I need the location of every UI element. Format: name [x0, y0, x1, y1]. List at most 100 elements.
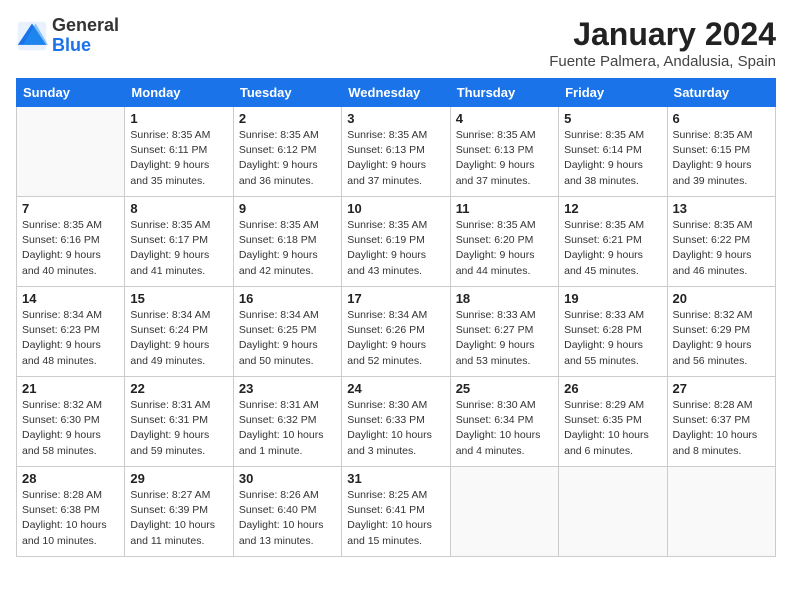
day-number: 1: [130, 111, 227, 126]
calendar-cell: 10 Sunrise: 8:35 AMSunset: 6:19 PMDayligh…: [342, 197, 450, 287]
column-header-thursday: Thursday: [450, 79, 558, 107]
page-subtitle: Fuente Palmera, Andalusia, Spain: [549, 53, 776, 70]
calendar-cell: 11 Sunrise: 8:35 AMSunset: 6:20 PMDayligh…: [450, 197, 558, 287]
day-info: Sunrise: 8:35 AMSunset: 6:20 PMDaylight:…: [456, 218, 553, 279]
day-number: 8: [130, 201, 227, 216]
day-number: 31: [347, 471, 444, 486]
calendar-cell: [450, 467, 558, 557]
day-info: Sunrise: 8:33 AMSunset: 6:28 PMDaylight:…: [564, 308, 661, 369]
day-info: Sunrise: 8:35 AMSunset: 6:17 PMDaylight:…: [130, 218, 227, 279]
calendar-header-row: SundayMondayTuesdayWednesdayThursdayFrid…: [17, 79, 776, 107]
calendar-cell: 6 Sunrise: 8:35 AMSunset: 6:15 PMDaylight…: [667, 107, 775, 197]
day-info: Sunrise: 8:35 AMSunset: 6:15 PMDaylight:…: [673, 128, 770, 189]
day-number: 23: [239, 381, 336, 396]
day-number: 20: [673, 291, 770, 306]
column-header-friday: Friday: [559, 79, 667, 107]
day-number: 2: [239, 111, 336, 126]
calendar-week-row: 28Sunrise: 8:28 AMSunset: 6:38 PMDayligh…: [17, 467, 776, 557]
day-number: 21: [22, 381, 119, 396]
day-info: Sunrise: 8:35 AMSunset: 6:18 PMDaylight:…: [239, 218, 336, 279]
day-number: 30: [239, 471, 336, 486]
day-number: 18: [456, 291, 553, 306]
calendar-cell: 19Sunrise: 8:33 AMSunset: 6:28 PMDayligh…: [559, 287, 667, 377]
day-number: 15: [130, 291, 227, 306]
calendar-table: SundayMondayTuesdayWednesdayThursdayFrid…: [16, 78, 776, 557]
day-info: Sunrise: 8:32 AMSunset: 6:30 PMDaylight:…: [22, 398, 119, 459]
day-number: 27: [673, 381, 770, 396]
day-info: Sunrise: 8:31 AMSunset: 6:31 PMDaylight:…: [130, 398, 227, 459]
calendar-cell: 18 Sunrise: 8:33 AMSunset: 6:27 PMDayligh…: [450, 287, 558, 377]
day-number: 10: [347, 201, 444, 216]
day-info: Sunrise: 8:35 AMSunset: 6:13 PMDaylight:…: [347, 128, 444, 189]
day-info: Sunrise: 8:30 AMSunset: 6:34 PMDaylight:…: [456, 398, 553, 459]
day-number: 11: [456, 201, 553, 216]
calendar-cell: 13 Sunrise: 8:35 AMSunset: 6:22 PMDayligh…: [667, 197, 775, 287]
day-info: Sunrise: 8:35 AMSunset: 6:14 PMDaylight:…: [564, 128, 661, 189]
calendar-week-row: 21 Sunrise: 8:32 AMSunset: 6:30 PMDayligh…: [17, 377, 776, 467]
day-info: Sunrise: 8:30 AMSunset: 6:33 PMDaylight:…: [347, 398, 444, 459]
day-number: 25: [456, 381, 553, 396]
calendar-cell: 12 Sunrise: 8:35 AMSunset: 6:21 PMDayligh…: [559, 197, 667, 287]
day-number: 4: [456, 111, 553, 126]
day-number: 28: [22, 471, 119, 486]
calendar-cell: [17, 107, 125, 197]
page-title: January 2024: [549, 16, 776, 53]
day-info: Sunrise: 8:35 AMSunset: 6:22 PMDaylight:…: [673, 218, 770, 279]
day-number: 9: [239, 201, 336, 216]
day-info: Sunrise: 8:29 AMSunset: 6:35 PMDaylight:…: [564, 398, 661, 459]
day-info: Sunrise: 8:27 AMSunset: 6:39 PMDaylight:…: [130, 488, 227, 549]
day-info: Sunrise: 8:35 AMSunset: 6:21 PMDaylight:…: [564, 218, 661, 279]
day-info: Sunrise: 8:35 AMSunset: 6:11 PMDaylight:…: [130, 128, 227, 189]
calendar-cell: 22 Sunrise: 8:31 AMSunset: 6:31 PMDayligh…: [125, 377, 233, 467]
day-info: Sunrise: 8:25 AMSunset: 6:41 PMDaylight:…: [347, 488, 444, 549]
day-number: 3: [347, 111, 444, 126]
calendar-body: 1 Sunrise: 8:35 AMSunset: 6:11 PMDaylight…: [17, 107, 776, 557]
calendar-cell: 23 Sunrise: 8:31 AMSunset: 6:32 PMDayligh…: [233, 377, 341, 467]
column-header-monday: Monday: [125, 79, 233, 107]
day-info: Sunrise: 8:35 AMSunset: 6:19 PMDaylight:…: [347, 218, 444, 279]
calendar-cell: 31 Sunrise: 8:25 AMSunset: 6:41 PMDayligh…: [342, 467, 450, 557]
day-number: 5: [564, 111, 661, 126]
day-number: 22: [130, 381, 227, 396]
calendar-cell: 2 Sunrise: 8:35 AMSunset: 6:12 PMDaylight…: [233, 107, 341, 197]
calendar-header: SundayMondayTuesdayWednesdayThursdayFrid…: [17, 79, 776, 107]
logo: General Blue: [16, 16, 119, 56]
column-header-tuesday: Tuesday: [233, 79, 341, 107]
calendar-cell: 26 Sunrise: 8:29 AMSunset: 6:35 PMDayligh…: [559, 377, 667, 467]
day-info: Sunrise: 8:33 AMSunset: 6:27 PMDaylight:…: [456, 308, 553, 369]
calendar-cell: 16 Sunrise: 8:34 AMSunset: 6:25 PMDayligh…: [233, 287, 341, 377]
day-info: Sunrise: 8:34 AMSunset: 6:24 PMDaylight:…: [130, 308, 227, 369]
day-number: 16: [239, 291, 336, 306]
day-number: 17: [347, 291, 444, 306]
calendar-cell: 4 Sunrise: 8:35 AMSunset: 6:13 PMDaylight…: [450, 107, 558, 197]
column-header-sunday: Sunday: [17, 79, 125, 107]
calendar-cell: 28Sunrise: 8:28 AMSunset: 6:38 PMDayligh…: [17, 467, 125, 557]
day-number: 29: [130, 471, 227, 486]
calendar-cell: 3 Sunrise: 8:35 AMSunset: 6:13 PMDaylight…: [342, 107, 450, 197]
logo-blue-text: Blue: [52, 36, 119, 56]
logo-icon: [16, 20, 48, 52]
day-info: Sunrise: 8:35 AMSunset: 6:12 PMDaylight:…: [239, 128, 336, 189]
day-info: Sunrise: 8:35 AMSunset: 6:16 PMDaylight:…: [22, 218, 119, 279]
column-header-saturday: Saturday: [667, 79, 775, 107]
day-number: 6: [673, 111, 770, 126]
calendar-week-row: 14Sunrise: 8:34 AMSunset: 6:23 PMDayligh…: [17, 287, 776, 377]
page-header: General Blue January 2024 Fuente Palmera…: [16, 16, 776, 70]
calendar-cell: 29 Sunrise: 8:27 AMSunset: 6:39 PMDayligh…: [125, 467, 233, 557]
calendar-cell: 24Sunrise: 8:30 AMSunset: 6:33 PMDayligh…: [342, 377, 450, 467]
day-number: 26: [564, 381, 661, 396]
day-number: 13: [673, 201, 770, 216]
calendar-week-row: 1 Sunrise: 8:35 AMSunset: 6:11 PMDaylight…: [17, 107, 776, 197]
day-info: Sunrise: 8:26 AMSunset: 6:40 PMDaylight:…: [239, 488, 336, 549]
day-info: Sunrise: 8:34 AMSunset: 6:25 PMDaylight:…: [239, 308, 336, 369]
calendar-cell: 17Sunrise: 8:34 AMSunset: 6:26 PMDayligh…: [342, 287, 450, 377]
day-info: Sunrise: 8:31 AMSunset: 6:32 PMDaylight:…: [239, 398, 336, 459]
calendar-cell: [667, 467, 775, 557]
day-number: 12: [564, 201, 661, 216]
calendar-cell: 25 Sunrise: 8:30 AMSunset: 6:34 PMDayligh…: [450, 377, 558, 467]
day-info: Sunrise: 8:28 AMSunset: 6:37 PMDaylight:…: [673, 398, 770, 459]
calendar-cell: 20Sunrise: 8:32 AMSunset: 6:29 PMDayligh…: [667, 287, 775, 377]
calendar-cell: 21 Sunrise: 8:32 AMSunset: 6:30 PMDayligh…: [17, 377, 125, 467]
calendar-cell: 9 Sunrise: 8:35 AMSunset: 6:18 PMDaylight…: [233, 197, 341, 287]
day-info: Sunrise: 8:35 AMSunset: 6:13 PMDaylight:…: [456, 128, 553, 189]
